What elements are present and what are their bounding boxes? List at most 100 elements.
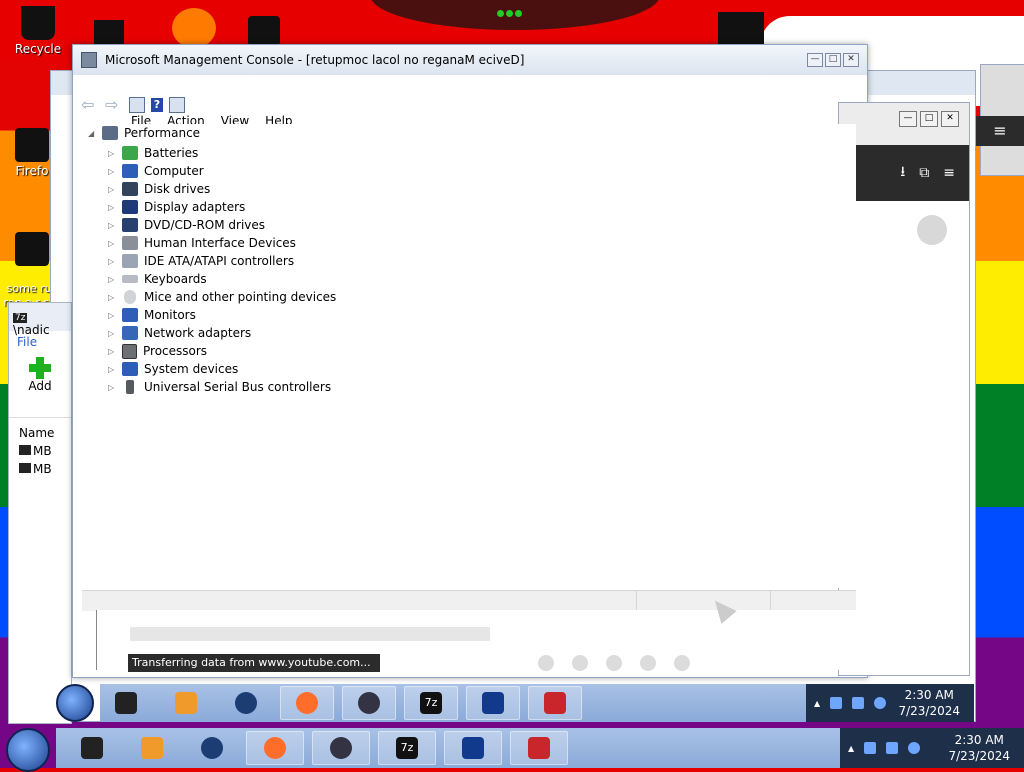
monitor-icon <box>122 308 138 322</box>
extensions-icon[interactable]: ⧉ <box>919 165 929 181</box>
expand-icon[interactable]: ▷ <box>108 329 118 338</box>
forward-arrow-icon[interactable]: ⇨ <box>105 97 123 113</box>
tree-item-keyboards[interactable]: ▷ Keyboards <box>108 270 207 288</box>
expand-icon[interactable]: ▷ <box>108 257 118 266</box>
tree-item-batteries[interactable]: ▷ Batteries <box>108 144 198 162</box>
start-button[interactable] <box>6 728 50 772</box>
clock[interactable]: 2:30 AM 7/23/2024 <box>898 687 960 719</box>
tree-item-dvd-drives[interactable]: ▷ DVD/CD-ROM drives <box>108 216 265 234</box>
expand-icon[interactable]: ▷ <box>108 311 118 320</box>
tray-display-icon[interactable] <box>886 742 899 754</box>
tray-network-icon[interactable] <box>864 742 877 754</box>
taskbar-firefox[interactable] <box>246 731 304 765</box>
tray-network-icon[interactable] <box>830 697 843 709</box>
expand-icon[interactable]: ▷ <box>108 239 118 248</box>
taskbar-firefox[interactable] <box>280 686 334 720</box>
desktop-server-icon[interactable] <box>718 12 764 48</box>
file-icon <box>19 445 31 455</box>
taskbar-media[interactable] <box>126 732 178 764</box>
tree-item-computer[interactable]: ▷ Computer <box>108 162 204 180</box>
taskbar-7z[interactable]: 7z <box>404 686 458 720</box>
collapse-icon[interactable]: ◢ <box>88 129 98 138</box>
menu-icon[interactable]: ≡ <box>943 165 955 181</box>
expand-icon[interactable]: ▷ <box>108 293 118 302</box>
tray-volume-icon[interactable] <box>874 697 887 709</box>
expand-icon[interactable]: ▷ <box>108 203 118 212</box>
menu-icon[interactable]: ≡ <box>976 116 1024 146</box>
tree-item-label: IDE ATA/ATAPI controllers <box>144 254 295 268</box>
taskbar-terminal[interactable] <box>66 732 118 764</box>
tree-item-system-devices[interactable]: ▷ System devices <box>108 360 238 378</box>
processor-icon <box>122 343 137 359</box>
list-item[interactable]: MB <box>9 444 71 458</box>
browser-window-fragment: — □ ✕ ⭳ ⧉ ≡ <box>838 102 970 676</box>
help-icon[interactable]: ? <box>151 98 163 112</box>
expand-icon[interactable]: ▷ <box>108 221 118 230</box>
expand-icon[interactable]: ▷ <box>108 347 118 356</box>
taskbar-device-app[interactable] <box>466 686 520 720</box>
taskbar-terminal[interactable] <box>100 687 152 719</box>
mmc-title-bar[interactable]: Microsoft Management Console - [retupmoc… <box>73 45 867 75</box>
close-button[interactable]: ✕ <box>843 53 859 67</box>
taskbar-device-app[interactable] <box>444 731 502 765</box>
desktop-app-icon[interactable] <box>248 16 280 46</box>
taskbar-media[interactable] <box>160 687 212 719</box>
desktop-icon-recycle[interactable]: Recycle <box>8 6 68 56</box>
tree-item-display-adapters[interactable]: ▷ Display adapters <box>108 198 245 216</box>
archive-window: 7z \nadic File Add Name MB MB <box>8 302 72 724</box>
expand-icon[interactable]: ▷ <box>108 365 118 374</box>
loading-circle-icon <box>917 215 947 245</box>
add-button[interactable]: Add <box>9 357 71 393</box>
tray-display-icon[interactable] <box>852 697 865 709</box>
minimize-button[interactable]: — <box>807 53 823 67</box>
expand-icon[interactable]: ▷ <box>108 185 118 194</box>
tree-root[interactable]: ◢ Performance <box>88 126 200 140</box>
start-button[interactable] <box>56 684 94 722</box>
expand-icon[interactable]: ▷ <box>108 149 118 158</box>
tree-item-processors[interactable]: ▷ Processors <box>108 342 207 360</box>
display-adapter-icon <box>122 200 138 214</box>
taskbar-user-app[interactable] <box>342 686 396 720</box>
desktop-folder-icon[interactable] <box>94 20 124 46</box>
expand-icon[interactable]: ▷ <box>108 383 118 392</box>
tray-volume-icon[interactable] <box>908 742 921 754</box>
expand-icon[interactable]: ▷ <box>108 275 118 284</box>
tree-item-label: Computer <box>144 164 204 178</box>
tree-item-network[interactable]: ▷ Network adapters <box>108 324 251 342</box>
taskbar-toolbox[interactable] <box>510 731 568 765</box>
minimize-button[interactable]: — <box>899 111 917 127</box>
system-device-icon <box>122 362 138 376</box>
taskbar-7z[interactable]: 7z <box>378 731 436 765</box>
tree-item-ide[interactable]: ▷ IDE ATA/ATAPI controllers <box>108 252 294 270</box>
tree-item-monitors[interactable]: ▷ Monitors <box>108 306 196 324</box>
tree-item-label: DVD/CD-ROM drives <box>144 218 266 232</box>
properties-icon[interactable] <box>169 97 185 113</box>
dvd-drive-icon <box>122 218 138 232</box>
expand-icon[interactable]: ▷ <box>108 167 118 176</box>
maximize-button[interactable]: □ <box>825 53 841 67</box>
download-icon[interactable]: ⭳ <box>900 161 905 185</box>
tray-expand-icon[interactable]: ▲ <box>848 744 854 753</box>
taskbar-user-app[interactable] <box>312 731 370 765</box>
tree-item-mice[interactable]: ▷ Mice and other pointing devices <box>108 288 336 306</box>
device-app-icon <box>482 692 504 714</box>
column-header-name[interactable]: Name <box>9 417 71 440</box>
taskbar-toolbox[interactable] <box>528 686 582 720</box>
tree-item-disk-drives[interactable]: ▷ Disk drives <box>108 180 210 198</box>
globe-icon <box>201 737 223 759</box>
firefox-icon[interactable] <box>172 8 216 48</box>
loading-dots <box>538 655 690 671</box>
tree-item-label: Mice and other pointing devices <box>144 290 337 304</box>
list-item[interactable]: MB <box>9 462 71 476</box>
computer-icon <box>122 164 138 178</box>
tray-expand-icon[interactable]: ▲ <box>814 699 820 708</box>
maximize-button[interactable]: □ <box>920 111 938 127</box>
taskbar-globe[interactable] <box>186 732 238 764</box>
tree-item-usb[interactable]: ▷ Universal Serial Bus controllers <box>108 378 331 396</box>
taskbar-globe[interactable] <box>220 687 272 719</box>
close-button[interactable]: ✕ <box>941 111 959 127</box>
tree-item-hid[interactable]: ▷ Human Interface Devices <box>108 234 296 252</box>
back-arrow-icon[interactable]: ⇦ <box>81 97 99 113</box>
show-hide-tree-icon[interactable] <box>129 97 145 113</box>
clock[interactable]: 2:30 AM 7/23/2024 <box>948 732 1010 764</box>
